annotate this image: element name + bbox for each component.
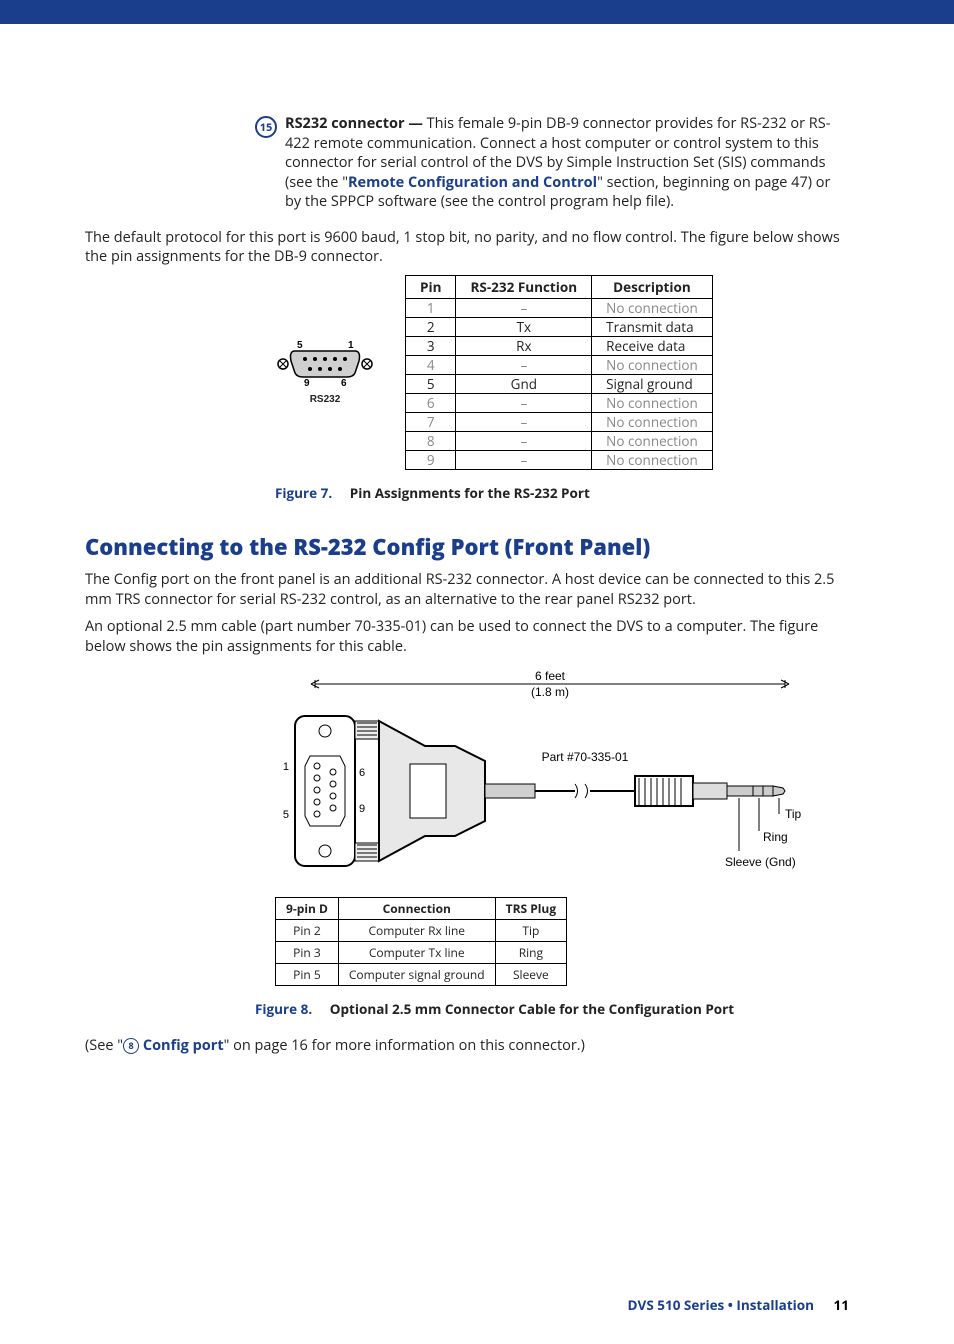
svg-text:Ring: Ring xyxy=(763,830,788,844)
figure-7-caption: Figure 7. Pin Assignments for the RS-232… xyxy=(275,484,849,502)
col-pin: Pin xyxy=(406,275,456,298)
table-row: 6–No connection xyxy=(406,393,713,412)
section-heading: Connecting to the RS-232 Config Port (Fr… xyxy=(85,532,849,562)
table-row: 3RxReceive data xyxy=(406,336,713,355)
top-accent-bar xyxy=(0,0,954,24)
svg-text:9: 9 xyxy=(359,803,365,815)
svg-text:Part #70-335-01: Part #70-335-01 xyxy=(542,750,629,764)
item-15-block: 15 RS232 connector — This female 9-pin D… xyxy=(255,114,849,220)
table-row: 4–No connection xyxy=(406,355,713,374)
page-footer: DVS 510 Series • Installation 11 xyxy=(0,1296,954,1344)
svg-text:6: 6 xyxy=(341,378,347,389)
db9-connector-icon: 5 1 9 6 RS232 xyxy=(275,339,375,405)
svg-text:6: 6 xyxy=(359,767,365,779)
table-row: 7–No connection xyxy=(406,412,713,431)
svg-text:5: 5 xyxy=(297,340,303,351)
page-content: 15 RS232 connector — This female 9-pin D… xyxy=(0,114,954,1056)
item-number-badge: 15 xyxy=(255,116,277,138)
table-row: Pin 2Computer Rx lineTip xyxy=(276,920,567,942)
config-port-para2: An optional 2.5 mm cable (part number 70… xyxy=(85,617,849,656)
rs232-connector-title: RS232 connector — xyxy=(285,114,427,133)
db9-label: RS232 xyxy=(275,394,375,405)
svg-text:9: 9 xyxy=(304,378,310,389)
svg-text:5: 5 xyxy=(283,809,289,821)
see-reference: (See "8 Config port" on page 16 for more… xyxy=(85,1036,849,1056)
cable-diagram: 6 feet (1.8 m) 1 5 6 9 xyxy=(255,666,849,986)
remote-config-link[interactable]: Remote Configuration and Control xyxy=(348,173,597,192)
table-row: Pin 3Computer Tx lineRing xyxy=(276,942,567,964)
figure-8-caption: Figure 8. Optional 2.5 mm Connector Cabl… xyxy=(255,1000,849,1018)
table-row: 2TxTransmit data xyxy=(406,317,713,336)
svg-text:1: 1 xyxy=(283,761,289,773)
col-func: RS-232 Function xyxy=(456,275,592,298)
table-row: 9–No connection xyxy=(406,450,713,469)
col-desc: Description xyxy=(592,275,713,298)
svg-text:Tip: Tip xyxy=(785,807,802,821)
svg-text:6 feet: 6 feet xyxy=(535,669,566,683)
item-15-para1: RS232 connector — This female 9-pin DB-9… xyxy=(285,114,849,212)
config-port-para1: The Config port on the front panel is an… xyxy=(85,570,849,609)
table-row: 8–No connection xyxy=(406,431,713,450)
svg-text:1: 1 xyxy=(348,340,354,351)
table-row: Pin 5Computer signal groundSleeve xyxy=(276,964,567,986)
pin-assignment-table: Pin RS-232 Function Description 1–No con… xyxy=(405,275,713,470)
svg-text:(1.8 m): (1.8 m) xyxy=(531,685,569,699)
ref-badge-8: 8 xyxy=(123,1038,139,1054)
svg-text:Sleeve (Gnd): Sleeve (Gnd) xyxy=(725,855,796,869)
item-15-para2: The default protocol for this port is 96… xyxy=(85,228,849,267)
connection-table: 9-pin D Connection TRS Plug Pin 2Compute… xyxy=(275,897,567,986)
db9-pin-figure: 5 1 9 6 RS232 Pin RS-232 Function xyxy=(275,275,849,470)
table-row: 5GndSignal ground xyxy=(406,374,713,393)
table-row: 1–No connection xyxy=(406,298,713,317)
config-port-link[interactable]: Config port xyxy=(143,1036,224,1055)
